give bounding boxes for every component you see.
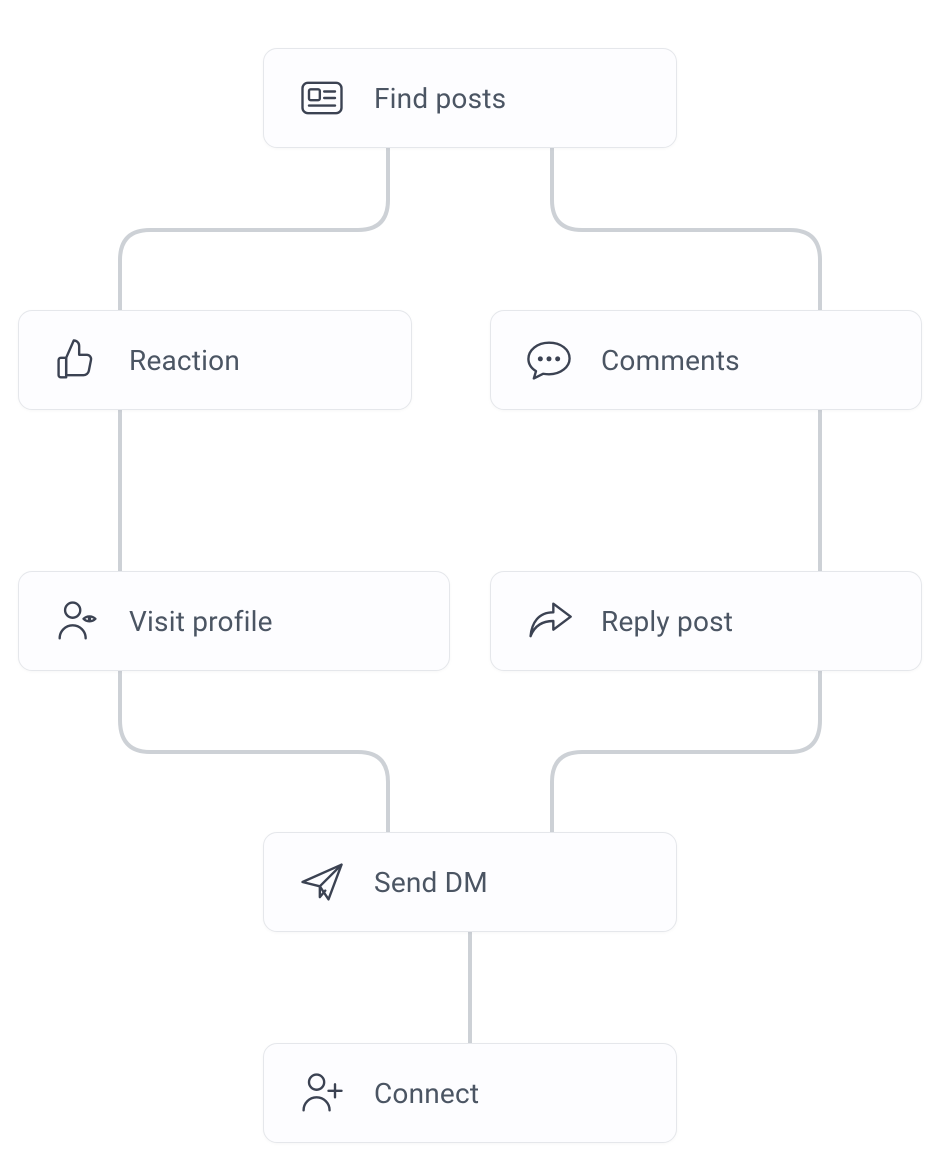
node-label: Send DM — [374, 866, 488, 899]
edge-replypost-senddm — [552, 670, 820, 832]
node-reaction[interactable]: Reaction — [18, 310, 412, 410]
node-comments[interactable]: Comments — [490, 310, 922, 410]
speech-bubble-icon — [519, 330, 579, 390]
paper-plane-icon — [292, 852, 352, 912]
node-label: Reaction — [129, 344, 240, 377]
node-reply-post[interactable]: Reply post — [490, 571, 922, 671]
edge-findposts-reaction — [120, 148, 388, 310]
node-find-posts[interactable]: Find posts — [263, 48, 677, 148]
newspaper-icon — [292, 68, 352, 128]
node-visit-profile[interactable]: Visit profile — [18, 571, 450, 671]
thumbs-up-icon — [47, 330, 107, 390]
node-label: Visit profile — [129, 605, 273, 638]
flow-diagram: Find posts Reaction Comments — [0, 0, 940, 1169]
node-connect[interactable]: Connect — [263, 1043, 677, 1143]
node-label: Connect — [374, 1077, 479, 1110]
edge-visitprofile-senddm — [120, 670, 388, 832]
share-arrow-icon — [519, 591, 579, 651]
node-label: Find posts — [374, 82, 506, 115]
person-plus-icon — [292, 1063, 352, 1123]
person-eye-icon — [47, 591, 107, 651]
node-send-dm[interactable]: Send DM — [263, 832, 677, 932]
node-label: Reply post — [601, 605, 733, 638]
node-label: Comments — [601, 344, 740, 377]
edge-findposts-comments — [552, 148, 820, 310]
